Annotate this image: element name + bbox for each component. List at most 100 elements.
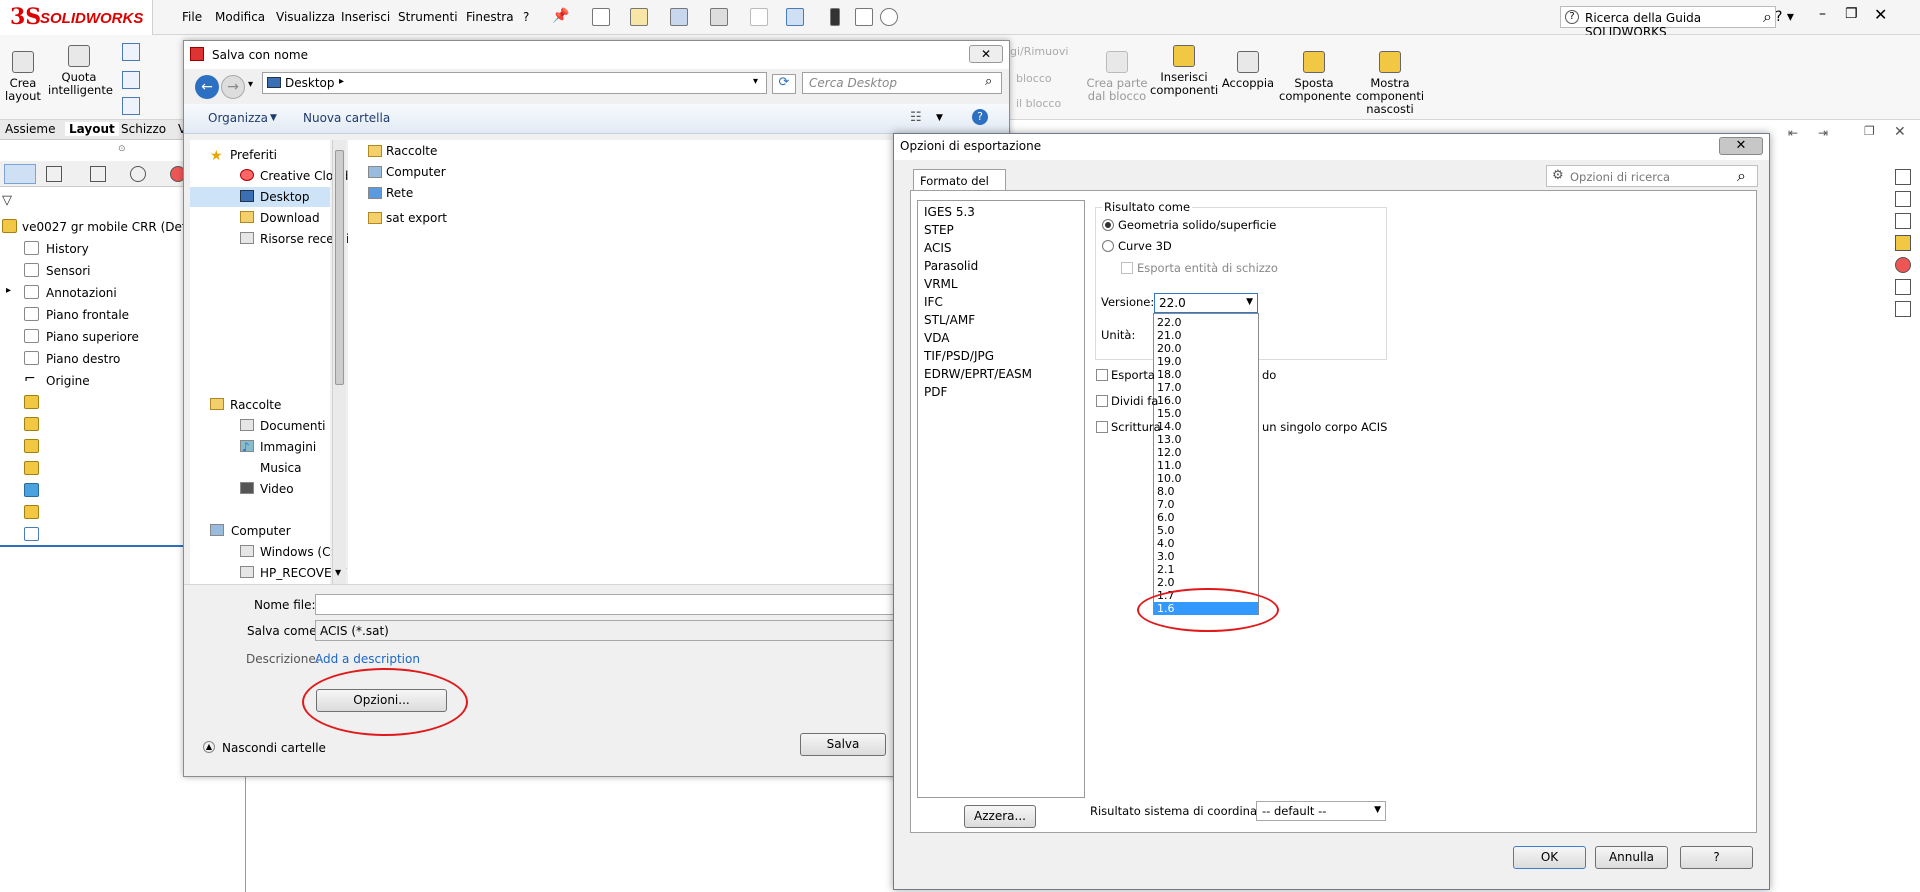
help-search-box[interactable]: ? Ricerca della Guida SOLIDWORKS <box>1560 6 1776 39</box>
line-icon[interactable] <box>122 43 140 61</box>
organize-dropdown-icon[interactable]: ▼ <box>270 113 277 123</box>
menu-inserisci[interactable]: Inserisci <box>341 10 390 24</box>
help-menu-icon[interactable]: ? ▾ <box>1775 9 1794 25</box>
saveas-select[interactable]: ACIS (*.sat) <box>315 620 895 641</box>
breadcrumb-chevron-icon[interactable]: ▸ <box>339 76 344 87</box>
search-magnifier-icon[interactable]: ⌕ <box>985 74 992 89</box>
pin-icon[interactable]: 📌 <box>552 8 569 24</box>
nav-immagini[interactable]: Immagini <box>260 440 316 454</box>
undo-icon[interactable] <box>750 8 768 26</box>
version-dropdown-icon[interactable]: ▼ <box>1246 297 1253 307</box>
component-icon[interactable] <box>24 505 39 519</box>
forward-arrow-icon[interactable]: → <box>221 75 245 99</box>
tree-item-piano-destro[interactable]: Piano destro <box>46 352 120 366</box>
chk-dividi[interactable] <box>1096 395 1108 407</box>
radio-curves-3d-label[interactable]: Curve 3D <box>1118 239 1172 253</box>
radio-curves-3d[interactable] <box>1102 240 1114 252</box>
traffic-light-icon[interactable] <box>830 8 840 26</box>
mates-icon[interactable] <box>24 527 39 541</box>
nav-computer[interactable]: Computer <box>231 524 291 538</box>
view-options-icon[interactable]: ☷ <box>910 110 922 125</box>
design-library-icon[interactable] <box>1895 191 1911 207</box>
format-ifc[interactable]: IFC <box>924 295 943 309</box>
format-step[interactable]: STEP <box>924 223 954 237</box>
history-dropdown-icon[interactable]: ▾ <box>248 79 253 90</box>
tab-formato-file[interactable]: Formato del file <box>913 169 1006 202</box>
help-icon[interactable]: ? <box>972 109 988 125</box>
doc-next-icon[interactable]: ⇥ <box>1818 126 1828 140</box>
nav-scroll-thumb[interactable] <box>335 150 344 385</box>
close-icon[interactable]: ✕ <box>1874 5 1887 24</box>
version-option[interactable]: 10.0 <box>1154 472 1258 485</box>
radio-solid-surface[interactable] <box>1102 219 1114 231</box>
configuration-manager-icon[interactable] <box>90 166 106 182</box>
nav-musica[interactable]: Musica <box>260 461 302 475</box>
rectangle-icon[interactable] <box>122 71 140 89</box>
view-palette-icon[interactable] <box>1895 235 1911 251</box>
file-raccolte[interactable]: Raccolte <box>386 144 437 158</box>
nav-windows-c[interactable]: Windows (C:) <box>260 545 339 559</box>
crea-layout-button[interactable]: Crea layout <box>2 51 44 103</box>
version-option[interactable]: 18.0 <box>1154 368 1258 381</box>
version-option[interactable]: 15.0 <box>1154 407 1258 420</box>
version-option[interactable]: 16.0 <box>1154 394 1258 407</box>
hide-folders-link[interactable]: Nascondi cartelle <box>222 741 326 755</box>
search-icon[interactable]: ⌕ <box>1763 7 1772 27</box>
help-button[interactable]: ? <box>1680 846 1753 869</box>
doc-close-icon[interactable]: ✕ <box>1894 124 1906 140</box>
version-option[interactable]: 7.0 <box>1154 498 1258 511</box>
version-option[interactable]: 6.0 <box>1154 511 1258 524</box>
property-manager-icon[interactable] <box>46 166 62 182</box>
menu-strumenti[interactable]: Strumenti <box>398 10 458 24</box>
nav-raccolte[interactable]: Raccolte <box>230 398 281 412</box>
forum-icon[interactable] <box>1895 301 1911 317</box>
tree-item-history[interactable]: History <box>46 242 89 256</box>
tab-assieme[interactable]: Assieme <box>5 122 56 136</box>
select-arrow-icon[interactable] <box>786 8 804 26</box>
nav-download[interactable]: Download <box>260 211 320 225</box>
version-dropdown-list[interactable]: 22.0 21.0 20.0 19.0 18.0 17.0 16.0 15.0 14.0 13.0… <box>1153 313 1259 615</box>
nav-desktop[interactable]: Desktop <box>260 190 310 204</box>
address-dropdown-icon[interactable]: ▾ <box>753 76 758 87</box>
chk-scrittura-label[interactable]: Scrittura <box>1111 420 1161 434</box>
format-edrw[interactable]: EDRW/EPRT/EASM <box>924 367 1032 381</box>
file-explorer-icon[interactable] <box>1895 213 1911 229</box>
solidworks-resources-icon[interactable] <box>1895 169 1911 185</box>
restore-icon[interactable]: ❐ <box>1845 6 1858 22</box>
cancel-button[interactable]: Annulla <box>1595 846 1668 869</box>
coord-dropdown-icon[interactable]: ▼ <box>1374 805 1381 815</box>
version-option[interactable]: 14.0 <box>1154 420 1258 433</box>
doc-pin-icon[interactable]: ⇤ <box>1788 126 1798 140</box>
format-acis[interactable]: ACIS <box>924 241 952 255</box>
file-rete[interactable]: Rete <box>386 186 413 200</box>
collapse-up-icon[interactable]: ▲ <box>203 741 215 753</box>
feature-manager-icon[interactable] <box>4 164 36 184</box>
export-dialog-close-icon[interactable]: ✕ <box>1719 137 1763 155</box>
chk-esporta[interactable] <box>1096 369 1108 381</box>
version-option[interactable]: 11.0 <box>1154 459 1258 472</box>
format-iges[interactable]: IGES 5.3 <box>924 205 975 219</box>
view-dropdown-icon[interactable]: ▼ <box>936 113 943 123</box>
menu-file[interactable]: File <box>182 10 202 24</box>
format-pdf[interactable]: PDF <box>924 385 947 399</box>
version-option[interactable]: 12.0 <box>1154 446 1258 459</box>
save-dialog-close-icon[interactable]: ✕ <box>969 45 1003 63</box>
version-option[interactable]: 21.0 <box>1154 329 1258 342</box>
component-icon[interactable] <box>24 439 39 453</box>
print-icon[interactable] <box>710 8 728 26</box>
version-option[interactable]: 4.0 <box>1154 537 1258 550</box>
crea-parte-blocco-button[interactable]: Crea parte dal blocco <box>1086 51 1148 103</box>
chk-export-sketch[interactable] <box>1121 262 1133 274</box>
menu-modifica[interactable]: Modifica <box>215 10 265 24</box>
menu-help[interactable]: ? <box>523 10 529 24</box>
version-select[interactable]: 22.0 ▼ <box>1154 293 1258 313</box>
address-bar[interactable]: Desktop ▸ ▾ <box>262 72 767 94</box>
save-button[interactable]: Salva <box>800 733 886 756</box>
organize-button[interactable]: Organizza <box>208 111 268 125</box>
refresh-icon[interactable]: ⟳ <box>772 74 796 94</box>
chk-dividi-label[interactable]: Dividi fa <box>1111 394 1158 408</box>
custom-properties-icon[interactable] <box>1895 279 1911 295</box>
tree-item-origine[interactable]: Origine <box>46 374 90 388</box>
back-arrow-icon[interactable]: ← <box>195 75 219 99</box>
version-option[interactable]: 3.0 <box>1154 550 1258 563</box>
